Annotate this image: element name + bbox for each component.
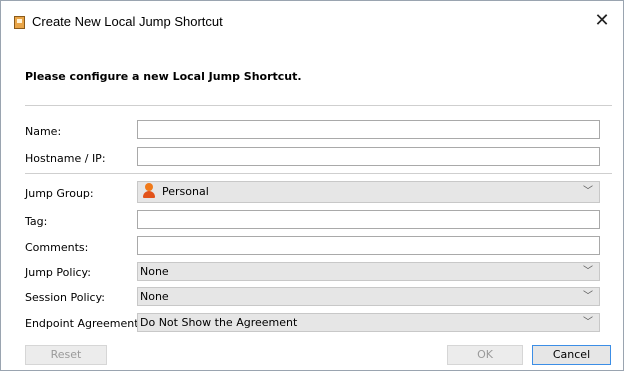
tag-input[interactable]	[137, 210, 600, 229]
comments-label: Comments:	[25, 241, 89, 254]
dialog-window: Create New Local Jump Shortcut ✕ Please …	[0, 0, 624, 371]
tag-label: Tag:	[25, 215, 48, 228]
reset-button[interactable]: Reset	[25, 345, 107, 365]
chevron-down-icon: ﹀	[583, 317, 593, 328]
name-label: Name:	[25, 125, 62, 138]
session-policy-select[interactable]: None ﹀	[137, 287, 600, 306]
name-input[interactable]	[137, 120, 600, 139]
jump-policy-value: None	[140, 265, 169, 278]
divider	[25, 173, 612, 174]
dialog-heading: Please configure a new Local Jump Shortc…	[25, 70, 302, 83]
endpoint-agreement-select[interactable]: Do Not Show the Agreement ﹀	[137, 313, 600, 332]
jump-group-select[interactable]: Personal ﹀	[137, 181, 600, 203]
comments-input[interactable]	[137, 236, 600, 255]
ok-button[interactable]: OK	[447, 345, 523, 365]
endpoint-agreement-label: Endpoint Agreement:	[25, 317, 143, 330]
jump-shortcut-icon	[14, 16, 25, 29]
jump-group-label: Jump Group:	[25, 187, 94, 200]
chevron-down-icon: ﹀	[583, 291, 593, 302]
jump-group-value: Personal	[162, 185, 209, 198]
jump-policy-select[interactable]: None ﹀	[137, 262, 600, 281]
session-policy-label: Session Policy:	[25, 291, 106, 304]
hostname-input[interactable]	[137, 147, 600, 166]
person-icon	[142, 183, 156, 199]
chevron-down-icon: ﹀	[583, 266, 593, 277]
divider	[25, 105, 612, 106]
dialog-title: Create New Local Jump Shortcut	[32, 14, 223, 29]
session-policy-value: None	[140, 290, 169, 303]
cancel-button[interactable]: Cancel	[532, 345, 611, 365]
endpoint-agreement-value: Do Not Show the Agreement	[140, 316, 298, 329]
hostname-label: Hostname / IP:	[25, 152, 106, 165]
jump-policy-label: Jump Policy:	[25, 266, 91, 279]
title-bar: Create New Local Jump Shortcut ✕	[1, 1, 623, 44]
close-icon[interactable]: ✕	[591, 10, 613, 32]
chevron-down-icon: ﹀	[583, 186, 593, 197]
